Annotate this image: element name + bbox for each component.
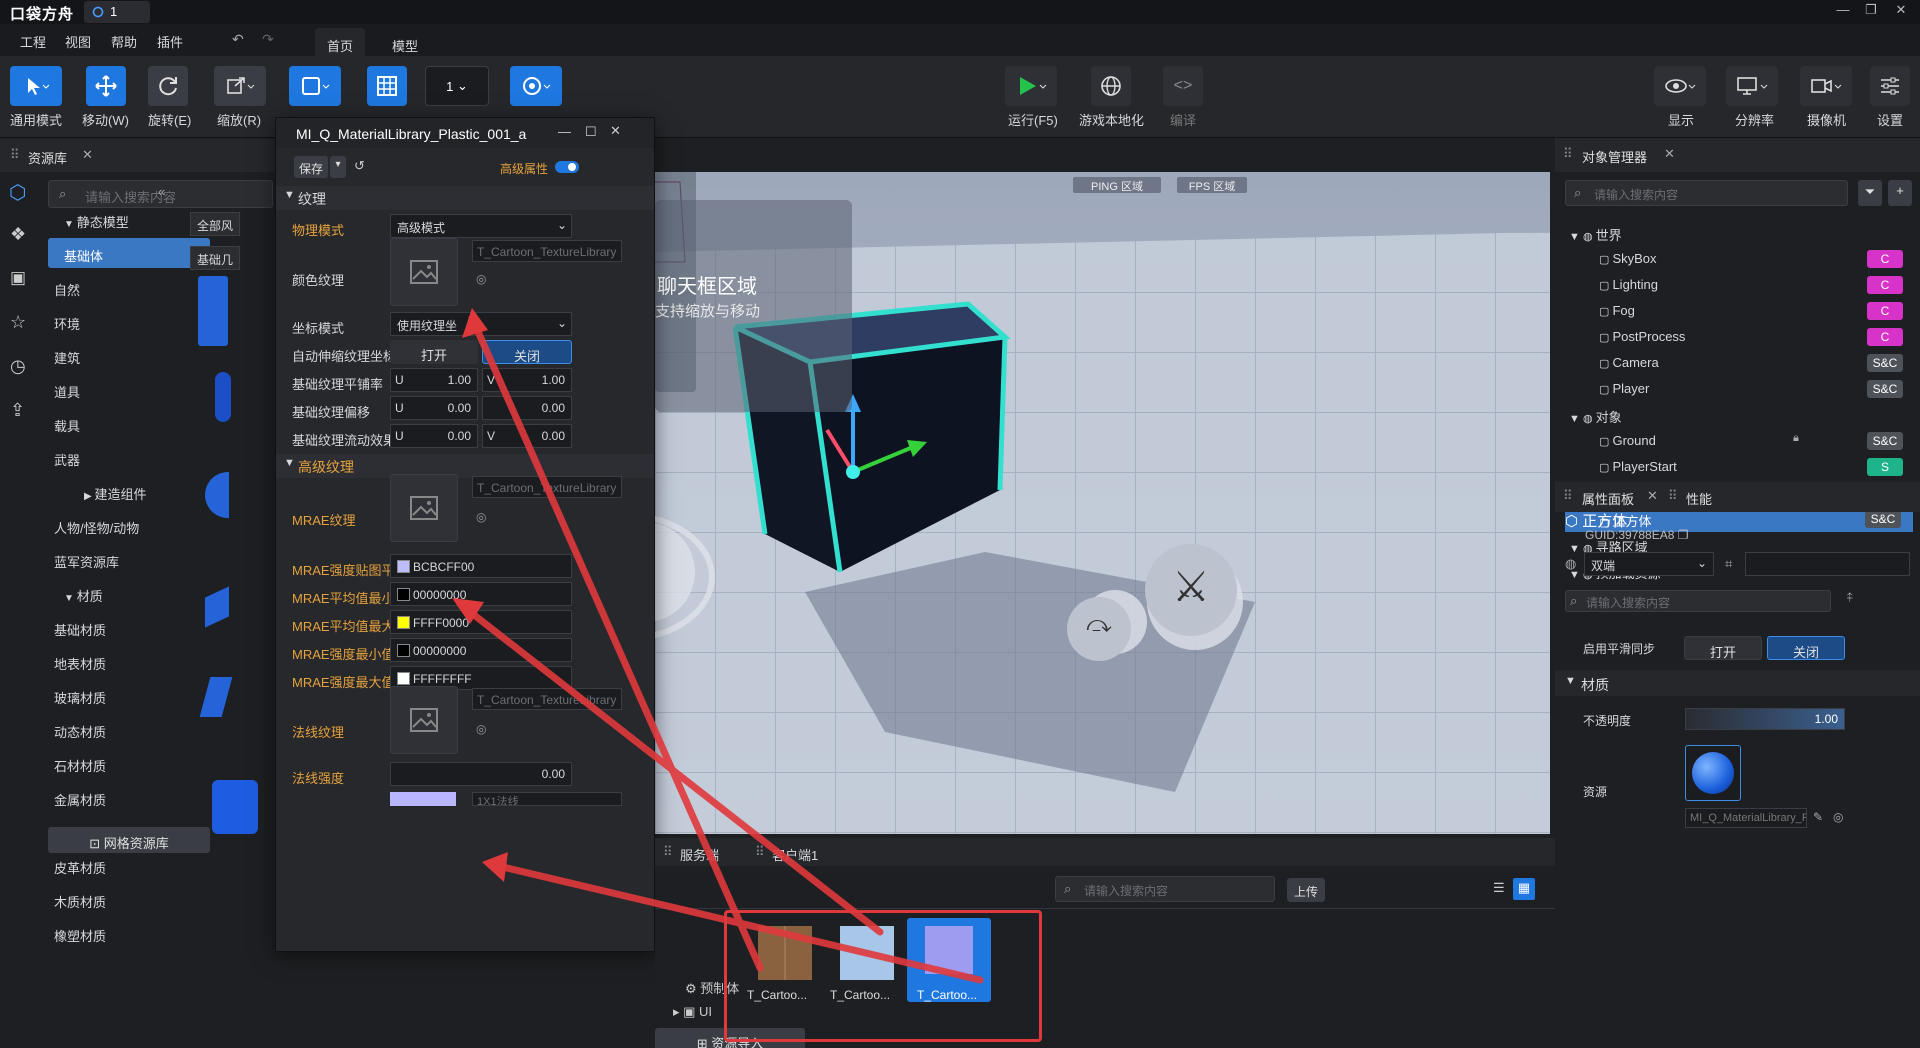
- arrowhead-1: [462, 308, 488, 338]
- arrowhead-3: [482, 852, 508, 882]
- annotation-arrows: [452, 308, 984, 984]
- arrow-3: [486, 860, 984, 984]
- arrow-2: [456, 600, 884, 936]
